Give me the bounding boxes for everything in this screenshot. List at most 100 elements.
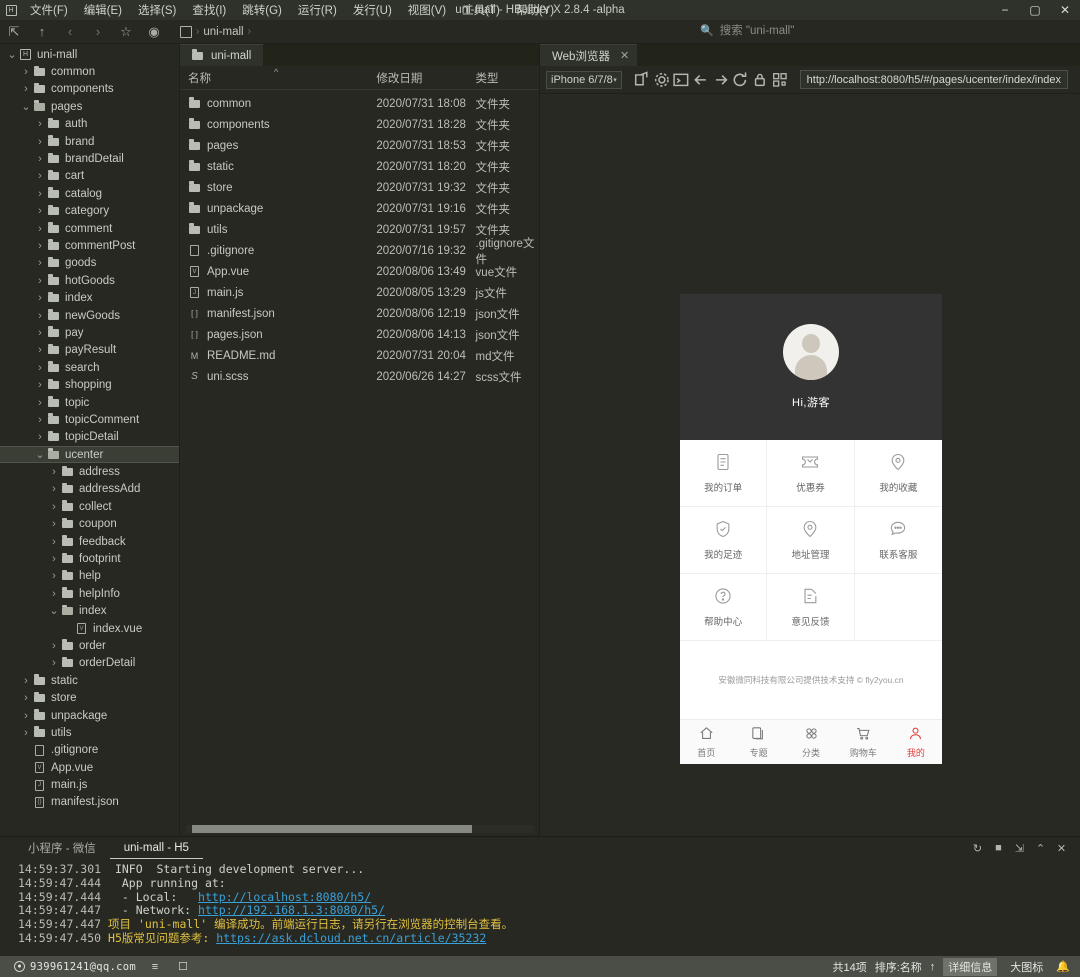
chevron-right-icon[interactable]: › bbox=[20, 710, 32, 722]
menu-cell-1[interactable]: 优惠券 bbox=[767, 440, 855, 507]
log-link[interactable]: http://localhost:8080/h5/ bbox=[198, 890, 371, 904]
chevron-down-icon[interactable]: ⌄ bbox=[48, 606, 60, 617]
tree-item-cart[interactable]: › cart bbox=[0, 168, 179, 185]
phone-simulator[interactable]: Hi,游客 我的订单 优惠券 我的收藏 我的足迹 地址管理 联系客服 帮助中心 意见反馈 安徽… bbox=[680, 294, 942, 764]
table-row[interactable]: Suni.scss 2020/06/26 14:27 scss文件 bbox=[180, 366, 539, 387]
sort-direction-icon[interactable]: ↑ bbox=[930, 961, 936, 973]
table-row[interactable]: [ ] manifest.json 2020/08/06 12:19 json文件 bbox=[180, 303, 539, 324]
table-row[interactable]: components 2020/07/31 18:28 文件夹 bbox=[180, 114, 539, 135]
chevron-right-icon[interactable]: › bbox=[34, 275, 46, 287]
maximize-button[interactable]: ▢ bbox=[1020, 0, 1050, 20]
forward-icon[interactable]: › bbox=[84, 20, 112, 44]
search-input[interactable]: 搜索 "uni-mall" bbox=[720, 22, 795, 38]
chevron-right-icon[interactable]: › bbox=[20, 692, 32, 704]
tree-item-main-js[interactable]: Jmain.js bbox=[0, 776, 179, 793]
console-output[interactable]: 14:59:37.301 INFO Starting development s… bbox=[0, 859, 1080, 956]
up-icon[interactable]: ↑ bbox=[28, 20, 56, 44]
console-tab-h5[interactable]: uni-mall - H5 bbox=[109, 837, 203, 859]
tree-item-collect[interactable]: › collect bbox=[0, 498, 179, 515]
tree-item-comment[interactable]: › comment bbox=[0, 220, 179, 237]
chevron-down-icon[interactable]: ⌄ bbox=[34, 449, 46, 460]
chevron-right-icon[interactable]: › bbox=[34, 344, 46, 356]
view-detail-button[interactable]: 详细信息 bbox=[943, 957, 998, 976]
chevron-right-icon[interactable]: › bbox=[20, 83, 32, 95]
tree-item-orderdetail[interactable]: › orderDetail bbox=[0, 655, 179, 672]
notification-bell-icon[interactable]: 🔔 bbox=[1056, 960, 1070, 973]
reload-icon[interactable] bbox=[730, 68, 750, 92]
table-row[interactable]: common 2020/07/31 18:08 文件夹 bbox=[180, 93, 539, 114]
console-tab-miniprogram[interactable]: 小程序 - 微信 bbox=[14, 837, 110, 859]
project-tree[interactable]: ⌄ Huni-mall › common › components ⌄ pages › auth ›… bbox=[0, 44, 179, 836]
table-row[interactable]: pages 2020/07/31 18:53 文件夹 bbox=[180, 135, 539, 156]
toggle-sidebar-icon[interactable]: ⇱ bbox=[0, 20, 28, 44]
column-header-name[interactable]: 名称 ^ bbox=[188, 67, 376, 86]
back-icon[interactable]: ‹ bbox=[56, 20, 84, 44]
file-list-hscroll[interactable] bbox=[180, 822, 539, 836]
tab-topic[interactable]: 专题 bbox=[732, 720, 784, 764]
chevron-right-icon[interactable]: › bbox=[34, 431, 46, 443]
tree-item-addressadd[interactable]: › addressAdd bbox=[0, 481, 179, 498]
tree-item-help[interactable]: › help bbox=[0, 568, 179, 585]
tree-item-static[interactable]: › static bbox=[0, 672, 179, 689]
menu-run[interactable]: 运行(R) bbox=[290, 0, 345, 20]
chevron-right-icon[interactable]: › bbox=[48, 536, 60, 548]
tree-item-payresult[interactable]: › payResult bbox=[0, 342, 179, 359]
menu-view[interactable]: 视图(V) bbox=[400, 0, 454, 20]
chevron-right-icon[interactable]: › bbox=[20, 66, 32, 78]
tree-item-ucenter[interactable]: ⌄ ucenter bbox=[0, 445, 179, 464]
tree-item-newgoods[interactable]: › newGoods bbox=[0, 307, 179, 324]
chevron-right-icon[interactable]: › bbox=[20, 727, 32, 739]
tree-item-common[interactable]: › common bbox=[0, 63, 179, 80]
tree-item-topic[interactable]: › topic bbox=[0, 394, 179, 411]
device-selector[interactable]: iPhone 6/7/8 ▾ bbox=[546, 70, 622, 89]
tree-item-index-vue[interactable]: Vindex.vue bbox=[0, 620, 179, 637]
tree-item-shopping[interactable]: › shopping bbox=[0, 376, 179, 393]
url-bar[interactable]: http://localhost:8080/h5/#/pages/ucenter… bbox=[799, 70, 1069, 89]
chevron-right-icon[interactable]: › bbox=[34, 153, 46, 165]
tab-home[interactable]: 首页 bbox=[680, 720, 732, 764]
tree-item-pay[interactable]: › pay bbox=[0, 324, 179, 341]
star-icon[interactable]: ☆ bbox=[112, 20, 140, 44]
terminal-icon[interactable]: ☐ bbox=[174, 960, 192, 973]
tree-item-components[interactable]: › components bbox=[0, 81, 179, 98]
qrcode-icon[interactable] bbox=[770, 68, 790, 92]
tree-item-commentpost[interactable]: › commentPost bbox=[0, 237, 179, 254]
chevron-right-icon[interactable]: › bbox=[48, 501, 60, 513]
tree-item-brand[interactable]: › brand bbox=[0, 133, 179, 150]
chevron-right-icon[interactable]: › bbox=[48, 466, 60, 478]
tree-item-catalog[interactable]: › catalog bbox=[0, 185, 179, 202]
chevron-right-icon[interactable]: › bbox=[34, 240, 46, 252]
sort-label[interactable]: 排序:名称 bbox=[875, 959, 922, 975]
menu-select[interactable]: 选择(S) bbox=[130, 0, 184, 20]
view-large-icon-button[interactable]: 大图标 bbox=[1005, 958, 1048, 976]
rerun-icon[interactable]: ↻ bbox=[967, 837, 988, 859]
table-row[interactable]: unpackage 2020/07/31 19:16 文件夹 bbox=[180, 198, 539, 219]
chevron-right-icon[interactable]: › bbox=[48, 483, 60, 495]
account-info[interactable]: ● 939961241@qq.com bbox=[14, 961, 136, 973]
tree-item-index[interactable]: ⌄ index bbox=[0, 603, 179, 620]
chevron-right-icon[interactable]: › bbox=[20, 675, 32, 687]
tree-item-store[interactable]: › store bbox=[0, 689, 179, 706]
table-row[interactable]: V App.vue 2020/08/06 13:49 vue文件 bbox=[180, 261, 539, 282]
tree-item-order[interactable]: › order bbox=[0, 637, 179, 654]
menu-help[interactable]: 帮助(Y) bbox=[508, 0, 562, 20]
chevron-right-icon[interactable]: › bbox=[34, 292, 46, 304]
chevron-right-icon[interactable]: › bbox=[34, 170, 46, 182]
chevron-right-icon[interactable]: › bbox=[48, 640, 60, 652]
clear-icon[interactable]: ✕ bbox=[1051, 837, 1072, 859]
run-icon[interactable]: ◉ bbox=[140, 20, 168, 44]
tree-item-index[interactable]: › index bbox=[0, 289, 179, 306]
tree-item-utils[interactable]: › utils bbox=[0, 724, 179, 741]
open-external-icon[interactable] bbox=[632, 68, 652, 92]
file-tab-uni-mall[interactable]: uni-mall bbox=[180, 44, 264, 66]
export-icon[interactable]: ⇲ bbox=[1009, 837, 1030, 859]
chevron-right-icon[interactable]: › bbox=[48, 588, 60, 600]
chevron-right-icon[interactable]: › bbox=[34, 205, 46, 217]
menu-cell-7[interactable]: 意见反馈 bbox=[767, 574, 855, 641]
tree-item-footprint[interactable]: › footprint bbox=[0, 550, 179, 567]
column-header-date[interactable]: 修改日期 bbox=[376, 70, 475, 86]
tab-cart[interactable]: 购物车 bbox=[837, 720, 889, 764]
tab-category[interactable]: 分类 bbox=[785, 720, 837, 764]
table-row[interactable]: Jmain.js 2020/08/05 13:29 js文件 bbox=[180, 282, 539, 303]
tree-item-address[interactable]: › address bbox=[0, 463, 179, 480]
